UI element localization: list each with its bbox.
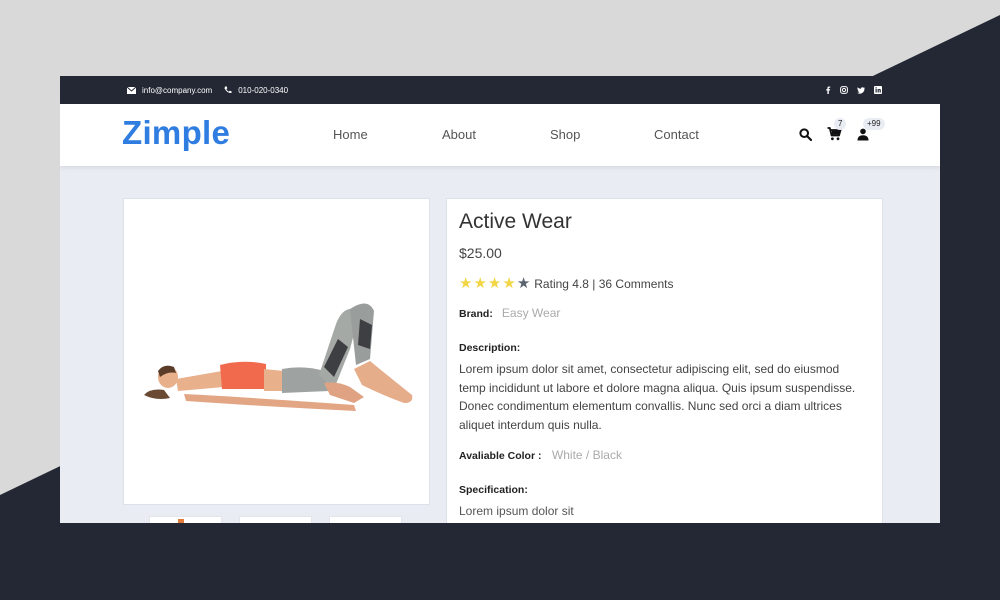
facebook-icon[interactable] (825, 86, 831, 94)
brand-row: Brand: Easy Wear (459, 306, 870, 320)
product-image[interactable] (124, 199, 429, 504)
nav-about[interactable]: About (442, 127, 550, 142)
user-button[interactable]: +99 (853, 118, 885, 146)
nav-icons: 7 +99 (795, 118, 885, 146)
thumbnail-strip (149, 516, 402, 523)
product-info-card: Active Wear $25.00 ★ ★ ★ ★ ★ Rating 4.8 … (446, 198, 883, 523)
star-icon: ★ (516, 275, 531, 292)
product-title: Active Wear (459, 210, 572, 233)
star-icon: ★ (487, 275, 502, 292)
cart-count-badge: 7 (834, 118, 847, 130)
instagram-icon[interactable] (840, 86, 848, 94)
rating-text[interactable]: Rating 4.8 | 36 Comments (534, 277, 673, 291)
linkedin-icon[interactable] (874, 86, 882, 94)
product-price: $25.00 (459, 245, 502, 261)
social-links (825, 86, 882, 94)
contact-info: info@company.com 010-020-0340 (127, 86, 288, 95)
nav-home[interactable]: Home (333, 127, 442, 142)
thumbnail-image (178, 519, 184, 523)
twitter-icon[interactable] (857, 86, 865, 94)
nav-menu: Home About Shop Contact (333, 127, 699, 142)
logo[interactable]: Zimple (122, 114, 230, 152)
phone-number[interactable]: 010-020-0340 (238, 86, 288, 95)
rating-row: ★ ★ ★ ★ ★ Rating 4.8 | 36 Comments (459, 276, 870, 291)
star-rating: ★ ★ ★ ★ ★ (459, 276, 530, 291)
color-value: White / Black (551, 448, 622, 462)
star-icon: ★ (459, 275, 473, 292)
top-bar: info@company.com 010-020-0340 (60, 76, 940, 104)
search-icon[interactable] (795, 122, 815, 146)
brand-label: Brand: (459, 308, 493, 320)
thumbnail-2[interactable] (239, 516, 312, 523)
star-icon: ★ (473, 275, 487, 292)
description-label: Description: (459, 342, 521, 354)
specification-text: Lorem ipsum dolor sit (459, 504, 574, 518)
user-count-badge: +99 (863, 118, 885, 130)
star-icon: ★ (502, 275, 516, 292)
browser-frame: info@company.com 010-020-0340 Zimple Hom… (60, 76, 940, 523)
thumbnail-1[interactable] (149, 516, 222, 523)
email-link[interactable]: info@company.com (142, 86, 212, 95)
nav-contact[interactable]: Contact (654, 127, 699, 142)
color-row: Avaliable Color : White / Black (459, 446, 870, 464)
cart-button[interactable]: 7 (824, 118, 847, 146)
phone-icon (224, 86, 232, 94)
brand-value: Easy Wear (501, 306, 561, 320)
description-text: Lorem ipsum dolor sit amet, consectetur … (459, 362, 856, 432)
color-label: Avaliable Color : (459, 450, 542, 462)
main-navbar: Zimple Home About Shop Contact 7 +99 (60, 104, 940, 166)
thumbnail-3[interactable] (329, 516, 402, 523)
mail-icon (127, 86, 136, 94)
specification-label: Specification: (459, 484, 528, 496)
product-image-card (123, 198, 430, 505)
nav-shop[interactable]: Shop (550, 127, 654, 142)
